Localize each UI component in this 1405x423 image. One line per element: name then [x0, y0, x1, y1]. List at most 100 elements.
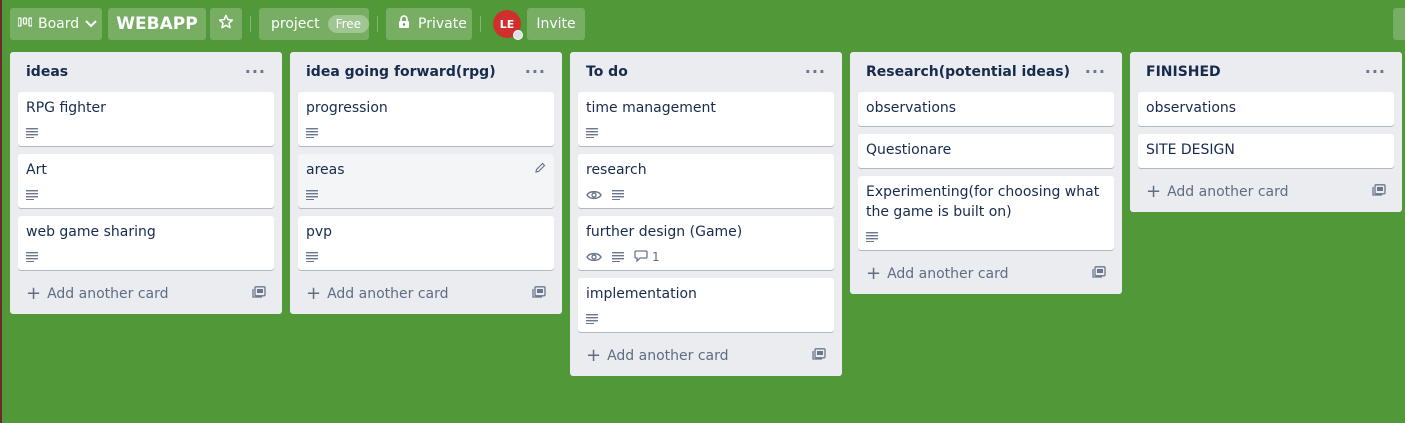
card-title: further design (Game)	[586, 224, 743, 240]
card[interactable]: further design (Game) 1	[578, 216, 834, 270]
star-board-button[interactable]	[210, 8, 242, 40]
header-divider	[377, 16, 378, 32]
add-card-label: Add another card	[607, 348, 729, 364]
add-card-button[interactable]: + Add another card	[1146, 183, 1289, 201]
card-template-icon[interactable]	[532, 286, 546, 302]
card-title: progression	[306, 100, 388, 116]
more-icon[interactable]: ···	[1365, 64, 1386, 80]
board-title[interactable]: WEBAPP	[108, 8, 206, 40]
description-icon	[306, 128, 318, 138]
description-icon	[612, 252, 624, 262]
description-icon	[306, 252, 318, 262]
workspace-plan-badge: Free	[327, 15, 370, 33]
list-title[interactable]: Research(potential ideas)	[866, 64, 1070, 80]
card-badges	[26, 184, 266, 206]
description-icon	[866, 232, 878, 242]
card[interactable]: Art	[18, 154, 274, 208]
list-footer: + Add another card	[858, 254, 1114, 294]
card-badges	[306, 122, 546, 144]
visibility-button[interactable]: Private	[386, 8, 472, 40]
card-title: RPG fighter	[26, 100, 106, 116]
more-icon[interactable]: ···	[805, 64, 826, 80]
card[interactable]: observations	[1138, 92, 1394, 126]
card[interactable]: RPG fighter	[18, 92, 274, 146]
card[interactable]: progression	[298, 92, 554, 146]
comment-icon	[634, 249, 648, 265]
card-title: areas	[306, 162, 345, 178]
card-title: SITE DESIGN	[1146, 142, 1235, 158]
description-icon	[26, 252, 38, 262]
card[interactable]: implementation	[578, 278, 834, 332]
plus-icon: +	[586, 345, 602, 366]
list-title[interactable]: idea going forward(rpg)	[306, 64, 496, 80]
more-icon[interactable]: ···	[1085, 64, 1106, 80]
window-left-edge	[0, 0, 2, 423]
add-card-label: Add another card	[887, 266, 1009, 282]
admin-chevron-icon	[513, 30, 523, 40]
board-icon	[17, 16, 33, 32]
card-badges	[26, 246, 266, 268]
list-title[interactable]: FINISHED	[1146, 64, 1221, 80]
add-card-label: Add another card	[47, 286, 169, 302]
card[interactable]: areas	[298, 154, 554, 208]
description-icon	[586, 128, 598, 138]
description-icon	[586, 314, 598, 324]
list-header[interactable]: Research(potential ideas) ···	[858, 52, 1114, 92]
add-card-button[interactable]: + Add another card	[866, 265, 1009, 283]
add-card-button[interactable]: + Add another card	[306, 285, 449, 303]
card-title: observations	[1146, 100, 1237, 116]
card-title: Art	[26, 162, 47, 178]
header-divider	[480, 16, 481, 32]
visibility-label: Private	[418, 16, 467, 32]
board-header: Board WEBAPP project Free Private LE Inv…	[10, 8, 585, 40]
card[interactable]: observations	[858, 92, 1114, 126]
card[interactable]: time management	[578, 92, 834, 146]
workspace-button[interactable]: project Free	[259, 8, 370, 40]
list-3: Research(potential ideas) ··· observations…	[850, 52, 1122, 294]
plus-icon: +	[1146, 181, 1162, 202]
card[interactable]: pvp	[298, 216, 554, 270]
card-template-icon[interactable]	[1372, 184, 1386, 200]
lock-icon	[398, 15, 410, 33]
card[interactable]: SITE DESIGN	[1138, 134, 1394, 168]
list-1: idea going forward(rpg) ··· progression are…	[290, 52, 562, 314]
header-menu-button[interactable]	[1393, 8, 1405, 40]
more-icon[interactable]: ···	[245, 64, 266, 80]
list-footer: + Add another card	[578, 336, 834, 376]
eye-icon	[586, 251, 602, 263]
member-avatar[interactable]: LE	[493, 10, 523, 40]
list-header[interactable]: FINISHED ···	[1138, 52, 1394, 92]
card-title: implementation	[586, 286, 697, 302]
card-badges	[586, 308, 826, 330]
plus-icon: +	[26, 283, 42, 304]
invite-button[interactable]: Invite	[527, 8, 585, 40]
eye-icon	[586, 189, 602, 201]
add-card-button[interactable]: + Add another card	[26, 285, 169, 303]
card[interactable]: research	[578, 154, 834, 208]
card-template-icon[interactable]	[812, 348, 826, 364]
add-card-label: Add another card	[1167, 184, 1289, 200]
star-icon	[218, 14, 234, 34]
board-view-label: Board	[38, 16, 80, 32]
list-2: To do ··· time management research further d…	[570, 52, 842, 376]
list-title[interactable]: To do	[586, 64, 628, 80]
list-header[interactable]: To do ···	[578, 52, 834, 92]
list-footer: + Add another card	[1138, 172, 1394, 212]
board-view-switcher[interactable]: Board	[10, 8, 102, 40]
list-header[interactable]: ideas ···	[18, 52, 274, 92]
pencil-icon[interactable]	[534, 162, 546, 178]
avatar-initials: LE	[499, 17, 515, 31]
card-template-icon[interactable]	[252, 286, 266, 302]
list-header[interactable]: idea going forward(rpg) ···	[298, 52, 554, 92]
card[interactable]: Experimenting(for choosing what the game…	[858, 176, 1114, 250]
more-icon[interactable]: ···	[525, 64, 546, 80]
card-template-icon[interactable]	[1092, 266, 1106, 282]
add-card-button[interactable]: + Add another card	[586, 347, 729, 365]
card-title: Experimenting(for choosing what the game…	[866, 184, 1100, 220]
description-icon	[306, 190, 318, 200]
list-title[interactable]: ideas	[26, 64, 68, 80]
card[interactable]: Questionare	[858, 134, 1114, 168]
header-divider	[250, 16, 251, 32]
card[interactable]: web game sharing	[18, 216, 274, 270]
list-footer: + Add another card	[298, 274, 554, 314]
